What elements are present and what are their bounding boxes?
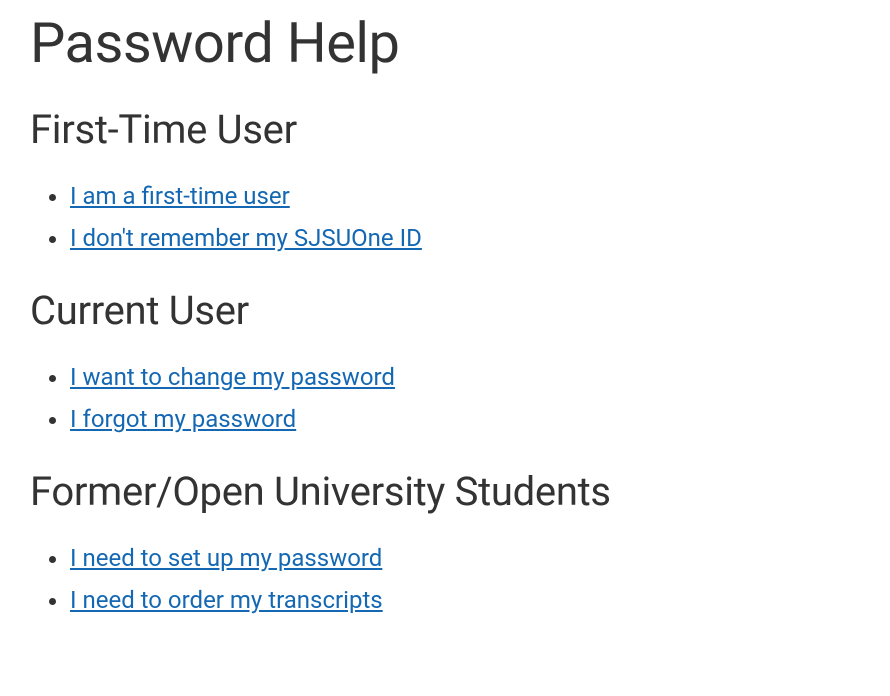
link-list-current: I want to change my password I forgot my… (30, 356, 860, 440)
link-order-transcripts[interactable]: I need to order my transcripts (70, 586, 383, 614)
link-list-first-time: I am a first-time user I don't remember … (30, 175, 860, 259)
section-current-user: Current User I want to change my passwor… (30, 287, 860, 440)
list-item: I forgot my password (70, 398, 860, 440)
list-item: I need to set up my password (70, 537, 860, 579)
link-setup-password[interactable]: I need to set up my password (70, 544, 382, 572)
list-item: I want to change my password (70, 356, 860, 398)
link-dont-remember-id[interactable]: I don't remember my SJSUOne ID (70, 224, 422, 252)
section-first-time-user: First-Time User I am a first-time user I… (30, 106, 860, 259)
section-former-students: Former/Open University Students I need t… (30, 468, 860, 621)
link-forgot-password[interactable]: I forgot my password (70, 405, 296, 433)
link-list-former: I need to set up my password I need to o… (30, 537, 860, 621)
section-heading-first-time: First-Time User (30, 106, 860, 153)
section-heading-former: Former/Open University Students (30, 468, 860, 515)
page-title: Password Help (30, 10, 860, 76)
list-item: I need to order my transcripts (70, 579, 860, 621)
list-item: I am a first-time user (70, 175, 860, 217)
list-item: I don't remember my SJSUOne ID (70, 217, 860, 259)
link-change-password[interactable]: I want to change my password (70, 363, 395, 391)
section-heading-current: Current User (30, 287, 860, 334)
link-first-time-user[interactable]: I am a first-time user (70, 182, 290, 210)
